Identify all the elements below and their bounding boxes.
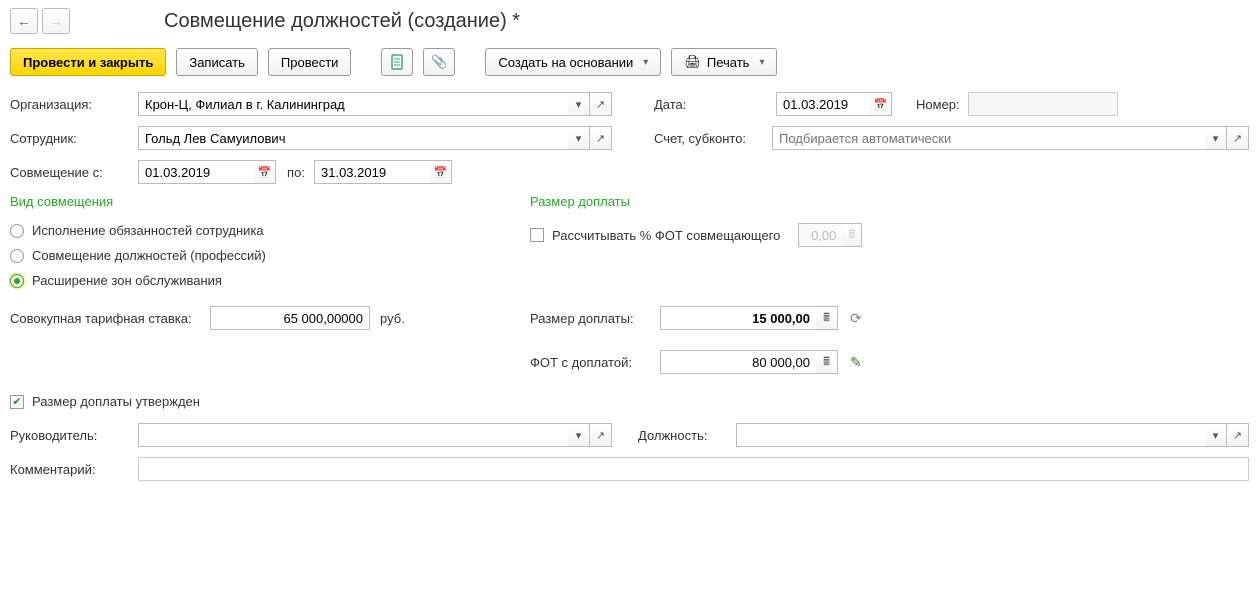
subst-type-option-2-label: Совмещение должностей (профессий) (32, 248, 266, 263)
organization-open-icon[interactable]: ↗ (590, 92, 612, 116)
print-button[interactable]: 🖨 Печать (671, 48, 777, 76)
subst-from-calendar-icon[interactable]: 📅 (254, 160, 276, 184)
subst-type-option-2[interactable]: Совмещение должностей (профессий) (10, 248, 470, 263)
refresh-icon[interactable]: ⟳ (850, 310, 866, 326)
register-icon (390, 54, 404, 70)
date-calendar-icon[interactable]: 📅 (870, 92, 892, 116)
save-button[interactable]: Записать (176, 48, 258, 76)
account-dropdown-icon[interactable]: ▾ (1205, 126, 1227, 150)
calc-fot-label: Рассчитывать % ФОТ совмещающего (552, 228, 780, 243)
create-on-basis-button[interactable]: Создать на основании (485, 48, 661, 76)
amount-input[interactable] (660, 306, 816, 330)
approved-row[interactable]: Размер доплаты утвержден (10, 394, 1249, 409)
employee-label: Сотрудник: (10, 131, 130, 146)
number-label: Номер: (916, 97, 960, 112)
post-and-close-button[interactable]: Провести и закрыть (10, 48, 166, 76)
employee-input[interactable] (138, 126, 568, 150)
comment-input[interactable] (138, 457, 1249, 481)
subst-type-option-1[interactable]: Исполнение обязанностей сотрудника (10, 223, 470, 238)
subst-to-label: по: (286, 165, 306, 180)
comment-label: Комментарий: (10, 462, 130, 477)
subst-type-title: Вид совмещения (10, 194, 470, 209)
calc-fot-input (798, 223, 842, 247)
organization-dropdown-icon[interactable]: ▾ (568, 92, 590, 116)
account-input[interactable] (772, 126, 1205, 150)
paperclip-icon: 📎 (431, 54, 447, 70)
surcharge-title: Размер доплаты (530, 194, 862, 209)
position-dropdown-icon[interactable]: ▾ (1205, 423, 1227, 447)
subst-to-input[interactable] (314, 160, 430, 184)
nav-back-button[interactable]: ← (10, 8, 38, 34)
attach-button[interactable]: 📎 (423, 48, 455, 76)
subst-type-option-3[interactable]: Расширение зон обслуживания (10, 273, 470, 288)
manager-label: Руководитель: (10, 428, 130, 443)
manager-dropdown-icon[interactable]: ▾ (568, 423, 590, 447)
toolbar: Провести и закрыть Записать Провести 📎 С… (10, 48, 1249, 76)
calc-fot-calc-icon: 🖩 (842, 223, 862, 247)
date-label: Дата: (654, 97, 704, 112)
rate-unit: руб. (380, 311, 405, 326)
position-label: Должность: (638, 428, 728, 443)
subst-to-calendar-icon[interactable]: 📅 (430, 160, 452, 184)
account-label: Счет, субконто: (654, 131, 764, 146)
radio-icon (10, 224, 24, 238)
manager-open-icon[interactable]: ↗ (590, 423, 612, 447)
manager-input[interactable] (138, 423, 568, 447)
subst-type-option-1-label: Исполнение обязанностей сотрудника (32, 223, 264, 238)
radio-icon (10, 249, 24, 263)
page-title: Совмещение должностей (создание) * (164, 10, 520, 33)
checkbox-icon (530, 228, 544, 242)
fot-calc-icon[interactable]: 🖩 (816, 350, 838, 374)
edit-icon[interactable]: ✎ (850, 354, 866, 370)
rate-input[interactable] (210, 306, 370, 330)
nav-forward-button[interactable]: → (42, 8, 70, 34)
amount-label: Размер доплаты: (530, 311, 650, 326)
fot-label: ФОТ с доплатой: (530, 355, 650, 370)
organization-input[interactable] (138, 92, 568, 116)
position-open-icon[interactable]: ↗ (1227, 423, 1249, 447)
employee-open-icon[interactable]: ↗ (590, 126, 612, 150)
subst-type-option-3-label: Расширение зон обслуживания (32, 273, 222, 288)
number-input[interactable] (968, 92, 1118, 116)
post-button[interactable]: Провести (268, 48, 352, 76)
employee-dropdown-icon[interactable]: ▾ (568, 126, 590, 150)
fot-input[interactable] (660, 350, 816, 374)
subst-from-label: Совмещение с: (10, 165, 130, 180)
amount-calc-icon[interactable]: 🖩 (816, 306, 838, 330)
organization-label: Организация: (10, 97, 130, 112)
radio-icon (10, 274, 24, 288)
position-input[interactable] (736, 423, 1205, 447)
subst-from-input[interactable] (138, 160, 254, 184)
register-records-button[interactable] (381, 48, 413, 76)
printer-icon: 🖨 (684, 54, 701, 70)
calc-fot-row[interactable]: Рассчитывать % ФОТ совмещающего 🖩 (530, 223, 862, 247)
approved-label: Размер доплаты утвержден (32, 394, 200, 409)
checkbox-icon (10, 395, 24, 409)
print-label: Печать (707, 55, 750, 70)
rate-label: Совокупная тарифная ставка: (10, 311, 200, 326)
account-open-icon[interactable]: ↗ (1227, 126, 1249, 150)
date-input[interactable] (776, 92, 870, 116)
